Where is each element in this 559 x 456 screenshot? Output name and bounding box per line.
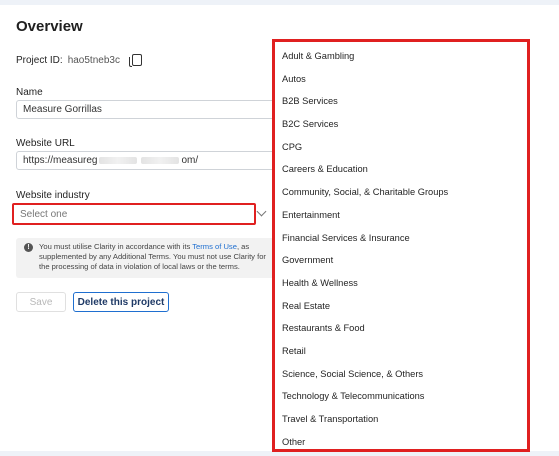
dropdown-option[interactable]: Entertainment (275, 204, 527, 227)
url-input[interactable]: https://measureg om/ (16, 151, 276, 170)
redacted-segment (141, 156, 180, 164)
url-label: Website URL (16, 138, 75, 149)
industry-select[interactable]: Select one (12, 203, 256, 225)
dropdown-option[interactable]: B2C Services (275, 113, 527, 136)
dropdown-option[interactable]: Careers & Education (275, 158, 527, 181)
dropdown-option[interactable]: Adult & Gambling (275, 45, 527, 68)
dropdown-option[interactable]: Real Estate (275, 295, 527, 318)
name-input[interactable]: Measure Gorrillas (16, 100, 276, 119)
url-prefix: https://measureg (23, 155, 98, 166)
terms-of-use-link[interactable]: Terms of Use (192, 242, 237, 251)
redacted-segment (99, 156, 138, 164)
dropdown-option[interactable]: Financial Services & Insurance (275, 227, 527, 250)
project-id-label: Project ID: (16, 54, 63, 66)
dropdown-option[interactable]: Science, Social Science, & Others (275, 363, 527, 386)
name-label: Name (16, 87, 43, 98)
dropdown-option[interactable]: Retail (275, 340, 527, 363)
terms-notice: ! You must utilise Clarity in accordance… (16, 238, 276, 278)
dropdown-option[interactable]: Restaurants & Food (275, 317, 527, 340)
dropdown-option[interactable]: Travel & Transportation (275, 408, 527, 431)
notice-text-before: You must utilise Clarity in accordance w… (39, 242, 193, 251)
dropdown-option[interactable]: Technology & Telecommunications (275, 385, 527, 408)
copy-icon[interactable] (128, 54, 142, 67)
url-suffix: om/ (181, 155, 199, 166)
dropdown-option[interactable]: Community, Social, & Charitable Groups (275, 181, 527, 204)
dropdown-option[interactable]: Health & Wellness (275, 272, 527, 295)
info-icon: ! (24, 243, 33, 252)
dropdown-option[interactable]: CPG (275, 136, 527, 159)
delete-project-button[interactable]: Delete this project (73, 292, 169, 312)
dropdown-option[interactable]: Government (275, 249, 527, 272)
project-id-row: Project ID: hao5tneb3c (16, 54, 142, 67)
save-button[interactable]: Save (16, 292, 66, 312)
dropdown-option[interactable]: Other (275, 431, 527, 449)
industry-dropdown-list: Adult & Gambling Autos B2B Services B2C Ser… (272, 39, 530, 452)
dropdown-option[interactable]: Autos (275, 68, 527, 91)
page-title: Overview (16, 18, 83, 35)
project-id-value: hao5tneb3c (67, 54, 120, 66)
dropdown-option[interactable]: B2B Services (275, 90, 527, 113)
industry-label: Website industry (16, 190, 90, 201)
